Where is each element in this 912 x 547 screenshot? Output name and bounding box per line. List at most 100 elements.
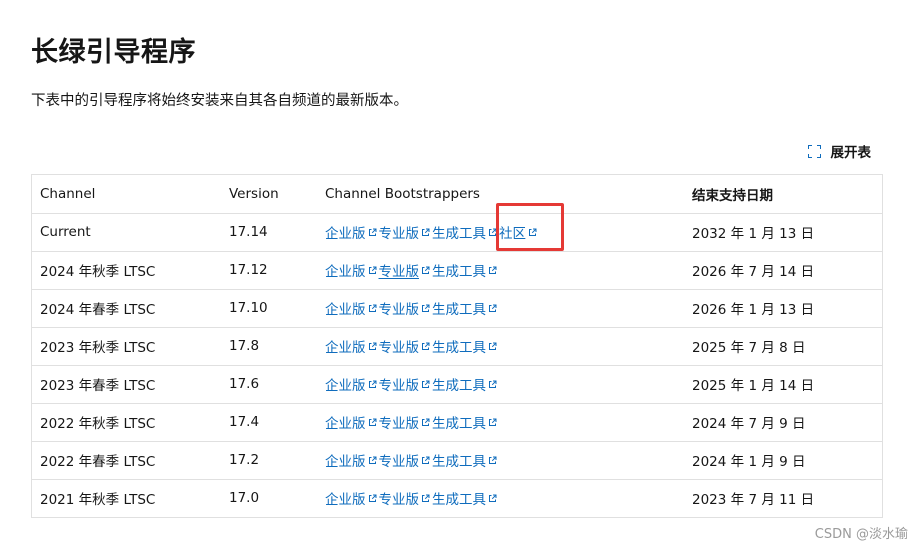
external-link-icon <box>368 494 377 503</box>
cell-channel: 2022 年春季 LTSC <box>32 440 221 479</box>
cell-bootstrappers: 企业版 专业版 生成工具 <box>317 288 684 327</box>
cell-end-of-support: 2023 年 7 月 11 日 <box>684 478 882 517</box>
external-link-icon <box>421 494 430 503</box>
cell-bootstrappers: 企业版 专业版 生成工具 社区 <box>317 212 684 251</box>
bootstrapper-link[interactable]: 社区 <box>499 222 537 242</box>
bootstrapper-link[interactable]: 生成工具 <box>432 336 497 356</box>
cell-version: 17.4 <box>221 402 317 441</box>
bootstrapper-link[interactable]: 专业版 <box>379 374 431 394</box>
bootstrapper-link-label: 专业版 <box>378 264 420 280</box>
external-link-icon <box>421 380 430 389</box>
external-link-icon <box>488 494 497 503</box>
bootstrapper-link[interactable]: 生成工具 <box>432 222 497 242</box>
bootstrapper-link-label: 生成工具 <box>432 416 486 432</box>
table-row: 2022 年春季 LTSC 17.2 企业版 专业版 生成工具 2024 年 1 月 9 … <box>32 440 882 479</box>
cell-channel: 2023 年春季 LTSC <box>32 364 221 403</box>
cell-end-of-support: 2026 年 7 月 14 日 <box>684 250 882 289</box>
table-row: 2023 年秋季 LTSC 17.8 企业版 专业版 生成工具 2025 年 7 月 8 … <box>32 326 882 365</box>
header-version: Version <box>229 185 279 202</box>
bootstrapper-link[interactable]: 企业版 <box>325 336 377 356</box>
header-bootstrappers: Channel Bootstrappers <box>325 185 480 202</box>
bootstrapper-link-label: 企业版 <box>325 492 366 509</box>
header-channel: Channel <box>40 185 96 202</box>
bootstrapper-link-label: 专业版 <box>378 454 420 470</box>
bootstrapper-link[interactable]: 生成工具 <box>432 450 497 470</box>
bootstrapper-link[interactable]: 企业版 <box>325 450 377 470</box>
bootstrapper-link-label: 生成工具 <box>432 340 486 356</box>
bootstrapper-link[interactable]: 专业版 <box>379 222 431 242</box>
external-link-icon <box>488 228 497 237</box>
expand-icon <box>807 144 821 158</box>
bootstrapper-link-label: 专业版 <box>378 226 420 242</box>
cell-version: 17.10 <box>221 288 317 327</box>
bootstrapper-link-label: 专业版 <box>378 340 420 356</box>
bootstrapper-link-label: 专业版 <box>378 416 420 432</box>
cell-bootstrappers: 企业版 专业版 生成工具 <box>317 250 684 289</box>
expand-table-label: 展开表 <box>830 145 872 161</box>
external-link-icon <box>488 342 497 351</box>
page-description: 下表中的引导程序将始终安装来自其各自频道的最新版本。 <box>31 93 408 109</box>
bootstrapper-link-label: 生成工具 <box>432 302 486 318</box>
table-row: Current 17.14 企业版 专业版 生成工具 社区 2032 年 1 月 13 日 <box>32 212 882 251</box>
cell-bootstrappers: 企业版 专业版 生成工具 <box>317 326 684 365</box>
cell-channel: 2022 年秋季 LTSC <box>32 402 221 441</box>
bootstrapper-link[interactable]: 企业版 <box>325 222 377 242</box>
bootstrapper-link[interactable]: 生成工具 <box>432 488 497 508</box>
bootstrapper-link-label: 企业版 <box>325 416 366 432</box>
bootstrapper-link[interactable]: 专业版 <box>379 298 431 318</box>
bootstrapper-link[interactable]: 生成工具 <box>432 412 497 432</box>
cell-version: 17.6 <box>221 364 317 403</box>
bootstrappers-table: Channel Version Channel Bootstrappers 结束… <box>31 174 883 518</box>
external-link-icon <box>421 342 430 351</box>
header-end-of-support: 结束支持日期 <box>692 187 773 204</box>
external-link-icon <box>368 342 377 351</box>
bootstrapper-link-label: 企业版 <box>325 378 366 394</box>
cell-end-of-support: 2032 年 1 月 13 日 <box>684 212 882 251</box>
cell-channel: 2021 年秋季 LTSC <box>32 478 221 517</box>
external-link-icon <box>421 456 430 465</box>
cell-version: 17.2 <box>221 440 317 479</box>
bootstrapper-link[interactable]: 生成工具 <box>432 260 497 280</box>
bootstrapper-link[interactable]: 专业版 <box>379 336 431 356</box>
bootstrapper-link[interactable]: 企业版 <box>325 298 377 318</box>
cell-bootstrappers: 企业版 专业版 生成工具 <box>317 478 684 517</box>
page-title: 长绿引导程序 <box>31 37 196 68</box>
external-link-icon <box>488 380 497 389</box>
bootstrapper-link[interactable]: 企业版 <box>325 488 377 508</box>
external-link-icon <box>421 228 430 237</box>
bootstrapper-link[interactable]: 专业版 <box>379 412 431 432</box>
cell-version: 17.12 <box>221 250 317 289</box>
watermark: CSDN @淡水瑜 <box>814 527 908 542</box>
cell-end-of-support: 2024 年 1 月 9 日 <box>684 440 882 479</box>
bootstrapper-link-label: 企业版 <box>325 226 366 242</box>
bootstrapper-link[interactable]: 企业版 <box>325 260 377 280</box>
bootstrapper-link[interactable]: 专业版 <box>379 260 431 280</box>
bootstrapper-link[interactable]: 企业版 <box>325 412 377 432</box>
bootstrapper-link[interactable]: 生成工具 <box>432 298 497 318</box>
bootstrapper-link[interactable]: 生成工具 <box>432 374 497 394</box>
bootstrapper-link[interactable]: 专业版 <box>379 450 431 470</box>
external-link-icon <box>488 266 497 275</box>
bootstrapper-link-label: 社区 <box>499 226 526 242</box>
cell-channel: 2023 年秋季 LTSC <box>32 326 221 365</box>
external-link-icon <box>368 266 377 275</box>
cell-end-of-support: 2024 年 7 月 9 日 <box>684 402 882 441</box>
bootstrapper-link[interactable]: 企业版 <box>325 374 377 394</box>
bootstrapper-link[interactable]: 专业版 <box>379 488 431 508</box>
external-link-icon <box>421 418 430 427</box>
bootstrapper-link-label: 企业版 <box>325 340 366 356</box>
bootstrapper-link-label: 生成工具 <box>432 378 486 394</box>
external-link-icon <box>368 228 377 237</box>
bootstrapper-link-label: 企业版 <box>325 454 366 470</box>
bootstrapper-link-label: 专业版 <box>378 302 420 318</box>
bootstrapper-link-label: 生成工具 <box>432 226 486 242</box>
external-link-icon <box>368 418 377 427</box>
table-row: 2024 年春季 LTSC 17.10 企业版 专业版 生成工具 2026 年 1 月 1… <box>32 288 882 327</box>
bootstrapper-link-label: 生成工具 <box>432 454 486 470</box>
cell-bootstrappers: 企业版 专业版 生成工具 <box>317 440 684 479</box>
table-row: 2024 年秋季 LTSC 17.12 企业版 专业版 生成工具 2026 年 7 月 1… <box>32 250 882 289</box>
cell-channel: 2024 年春季 LTSC <box>32 288 221 327</box>
bootstrapper-link-label: 企业版 <box>325 302 366 318</box>
expand-table-button[interactable]: 展开表 <box>807 141 872 161</box>
bootstrapper-link-label: 专业版 <box>378 378 420 394</box>
